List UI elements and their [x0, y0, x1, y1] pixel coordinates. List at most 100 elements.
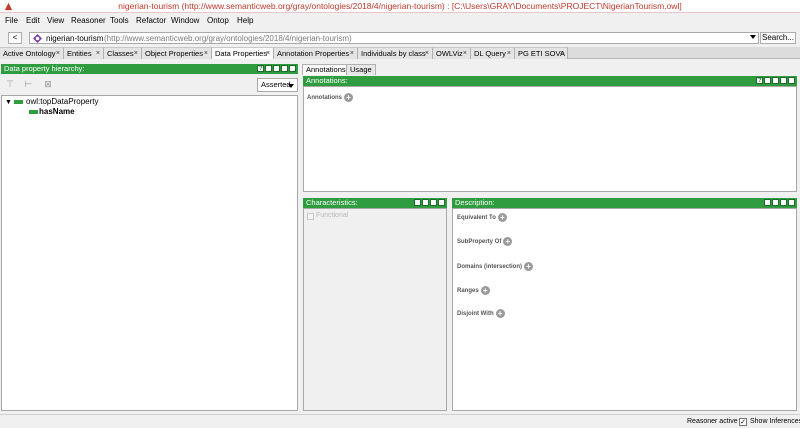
help-icon[interactable] — [257, 64, 264, 74]
tree-node-has-name[interactable]: hasName — [39, 107, 75, 117]
close-icon[interactable]: × — [204, 48, 208, 59]
annotations-label: Annotations + — [307, 93, 353, 103]
description-panel: Equivalent To + SubProperty Of + Domains (… — [452, 208, 797, 411]
tab-label: Data Properties — [215, 49, 268, 58]
close-icon[interactable]: × — [56, 48, 60, 59]
add-superproperty-button[interactable]: + — [503, 237, 513, 246]
add-sibling-property-icon[interactable]: ⊢ — [22, 79, 34, 89]
menu-tools[interactable]: Tools — [110, 16, 129, 26]
chevron-down-icon — [288, 84, 294, 88]
tab-label: DL Query — [474, 49, 506, 58]
tab-pg-eti-sova[interactable]: PG ETI SOVA × — [515, 47, 568, 59]
tab-dl-query[interactable]: DL Query × — [471, 47, 515, 59]
tab-object-properties[interactable]: Object Properties × — [142, 47, 212, 59]
annotations-label-text: Annotations — [307, 95, 342, 102]
equivalent-to-section: Equivalent To + — [457, 213, 507, 223]
close-icon[interactable]: × — [266, 48, 270, 59]
help-icon[interactable] — [756, 76, 763, 86]
add-sub-property-icon[interactable]: ⊤ — [4, 79, 16, 89]
section-label: Domains (intersection) — [457, 264, 523, 271]
pin-icon[interactable] — [764, 199, 771, 206]
minimize-icon[interactable] — [422, 199, 429, 206]
show-inferences-checkbox[interactable]: ✓ — [739, 418, 747, 426]
ranges-section: Ranges + — [457, 286, 490, 296]
panel-title: Annotations: — [306, 76, 348, 85]
annotations-panel: Annotations + — [303, 86, 797, 192]
protege-window: nigerian-tourism (http://www.semanticweb… — [0, 0, 800, 428]
tab-usage[interactable]: Usage — [346, 64, 376, 75]
close-icon[interactable]: × — [507, 48, 511, 59]
add-domain-button[interactable]: + — [524, 262, 534, 271]
data-property-tree: ▼ owl:topDataProperty hasName — [1, 95, 298, 411]
minimize-icon[interactable] — [772, 77, 779, 84]
delete-property-icon[interactable]: ⊠ — [42, 79, 54, 89]
add-disjoint-button[interactable]: + — [495, 309, 505, 318]
tab-owlviz[interactable]: OWLViz × — [433, 47, 471, 59]
close-icon[interactable]: × — [96, 48, 100, 59]
menu-window[interactable]: Window — [171, 16, 199, 26]
characteristics-header: Characteristics: — [303, 198, 447, 208]
data-property-icon — [29, 110, 38, 114]
search-button[interactable]: Search... — [760, 32, 796, 44]
tab-classes[interactable]: Classes × — [104, 47, 142, 59]
tab-annotation-properties[interactable]: Annotation Properties × — [274, 47, 358, 59]
section-label: Ranges — [457, 288, 479, 295]
subproperty-of-section: SubProperty Of + — [457, 237, 513, 247]
tab-label: OWLViz — [436, 49, 463, 58]
close-icon[interactable]: × — [425, 48, 429, 59]
data-property-hierarchy-header: Data property hierarchy: — [1, 64, 298, 74]
reasoner-status: Reasoner active — [687, 418, 738, 425]
add-annotation-button[interactable]: + — [344, 93, 353, 102]
close-icon[interactable] — [289, 65, 296, 72]
ontology-selector[interactable]: nigerian-tourism (http://www.semanticweb… — [29, 32, 759, 44]
tab-annotations[interactable]: Annotations — [302, 64, 350, 75]
section-label: Equivalent To — [457, 215, 496, 222]
menu-view[interactable]: View — [47, 16, 64, 26]
status-bar: Reasoner active ✓ Show Inferences — [0, 414, 800, 428]
menu-help[interactable]: Help — [237, 16, 253, 26]
panel-title: Description: — [455, 198, 495, 207]
close-icon[interactable] — [788, 199, 795, 206]
close-icon[interactable]: × — [350, 48, 354, 59]
add-equivalent-button[interactable]: + — [497, 213, 507, 222]
menu-refactor[interactable]: Refactor — [136, 16, 166, 26]
menu-reasoner[interactable]: Reasoner — [71, 16, 106, 26]
float-icon[interactable] — [780, 77, 787, 84]
show-inferences-label: Show Inferences — [750, 418, 800, 425]
pin-icon[interactable] — [414, 199, 421, 206]
ontology-iri: (http://www.semanticweb.org/gray/ontolog… — [104, 34, 352, 43]
description-header: Description: — [452, 198, 797, 208]
pin-icon[interactable] — [764, 77, 771, 84]
hierarchy-mode-select[interactable]: Asserted — [257, 78, 298, 92]
menu-edit[interactable]: Edit — [26, 16, 40, 26]
close-icon[interactable] — [788, 77, 795, 84]
float-icon[interactable] — [780, 199, 787, 206]
tab-data-properties[interactable]: Data Properties × — [212, 47, 274, 59]
minimize-icon[interactable] — [273, 65, 280, 72]
close-icon[interactable] — [438, 199, 445, 206]
menu-file[interactable]: File — [5, 16, 18, 26]
close-icon[interactable]: × — [463, 48, 467, 59]
tab-entities[interactable]: Entities × — [64, 47, 104, 59]
data-property-icon — [14, 100, 23, 104]
pin-icon[interactable] — [265, 65, 272, 72]
close-icon[interactable]: × — [560, 48, 564, 59]
tab-active-ontology[interactable]: Active Ontology × — [0, 47, 64, 59]
back-button[interactable]: < — [8, 32, 22, 44]
functional-checkbox[interactable] — [307, 213, 314, 220]
title-bar: nigerian-tourism (http://www.semanticweb… — [0, 0, 800, 13]
ontology-name: nigerian-tourism — [46, 34, 104, 43]
add-range-button[interactable]: + — [480, 286, 490, 295]
tab-label: Individuals by class — [361, 49, 426, 58]
close-icon[interactable]: × — [134, 48, 138, 59]
panel-title: Characteristics: — [306, 198, 358, 207]
tree-node-top-data-property[interactable]: owl:topDataProperty — [26, 97, 98, 107]
menu-bar: File Edit View Reasoner Tools Refactor W… — [0, 14, 800, 28]
menu-ontop[interactable]: Ontop — [207, 16, 229, 26]
tree-expand-icon[interactable]: ▼ — [5, 98, 12, 108]
float-icon[interactable] — [281, 65, 288, 72]
float-icon[interactable] — [430, 199, 437, 206]
minimize-icon[interactable] — [772, 199, 779, 206]
tab-individuals-by-class[interactable]: Individuals by class × — [358, 47, 433, 59]
chevron-down-icon[interactable] — [750, 35, 756, 39]
